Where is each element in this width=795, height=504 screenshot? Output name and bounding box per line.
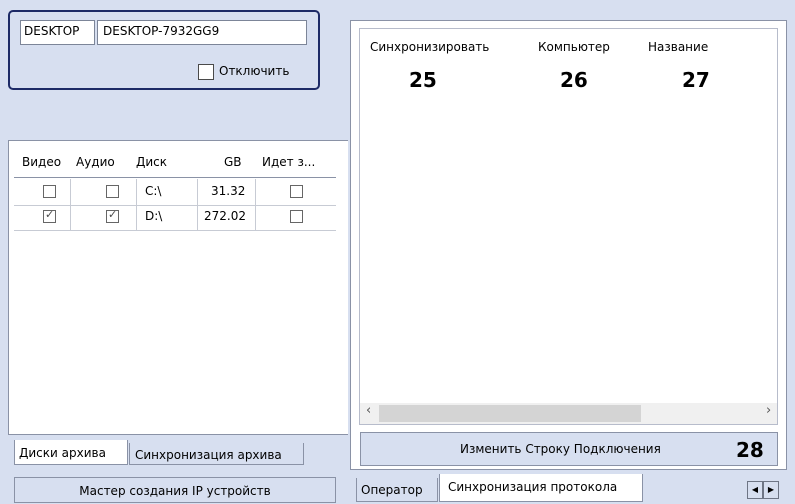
column-divider xyxy=(255,179,256,231)
gb-cell: 31.32 xyxy=(211,184,246,198)
column-header-writing[interactable]: Идет з... xyxy=(262,155,315,169)
callout-27: 27 xyxy=(682,68,710,92)
callout-25: 25 xyxy=(409,68,437,92)
scrollbar-thumb[interactable] xyxy=(379,405,641,422)
disk-cell: C:\ xyxy=(145,184,162,198)
callout-26: 26 xyxy=(560,68,588,92)
column-divider xyxy=(136,179,137,231)
audio-checkbox[interactable] xyxy=(106,185,119,198)
ip-device-wizard-button[interactable]: Мастер создания IP устройств xyxy=(14,477,336,503)
column-header-sync[interactable]: Синхронизировать xyxy=(370,40,489,54)
disable-checkbox[interactable] xyxy=(198,64,214,80)
writing-checkbox[interactable] xyxy=(290,185,303,198)
column-header-video[interactable]: Видео xyxy=(22,155,61,169)
column-divider xyxy=(197,179,198,231)
callout-28: 28 xyxy=(736,438,764,462)
tab-archive-sync[interactable]: Синхронизация архива xyxy=(129,443,304,465)
column-header-audio[interactable]: Аудио xyxy=(76,155,115,169)
triangle-left-icon[interactable]: ◀ xyxy=(747,481,763,499)
header-divider xyxy=(14,177,336,178)
disable-checkbox-label: Отключить xyxy=(219,64,290,78)
column-header-disk[interactable]: Диск xyxy=(136,155,167,169)
column-header-computer[interactable]: Компьютер xyxy=(538,40,610,54)
disk-cell: D:\ xyxy=(145,209,163,223)
column-header-name[interactable]: Название xyxy=(648,40,708,54)
tab-protocol-sync[interactable]: Синхронизация протокола xyxy=(439,474,643,502)
disks-table-header: Видео Аудио Диск GB Идет з... xyxy=(14,144,336,177)
host-name-input[interactable]: DESKTOP-7932GG9 xyxy=(97,20,307,45)
column-divider xyxy=(70,179,71,231)
chevron-right-icon[interactable]: › xyxy=(766,403,771,418)
gb-cell: 272.02 xyxy=(204,209,246,223)
writing-checkbox[interactable] xyxy=(290,210,303,223)
change-connection-string-label: Изменить Строку Подключения xyxy=(460,442,661,456)
audio-checkbox[interactable] xyxy=(106,208,119,223)
tab-operator[interactable]: Оператор xyxy=(356,478,438,502)
video-checkbox[interactable] xyxy=(43,208,56,223)
host-label-field[interactable]: DESKTOP xyxy=(20,20,95,45)
tab-archive-disks[interactable]: Диски архива xyxy=(14,440,128,465)
video-checkbox[interactable] xyxy=(43,185,56,198)
table-row[interactable]: C:\ 31.32 xyxy=(14,180,336,206)
chevron-left-icon[interactable]: ‹ xyxy=(366,403,371,418)
triangle-right-icon[interactable]: ▶ xyxy=(763,481,779,499)
table-row[interactable]: D:\ 272.02 xyxy=(14,205,336,231)
column-header-gb[interactable]: GB xyxy=(224,155,242,169)
